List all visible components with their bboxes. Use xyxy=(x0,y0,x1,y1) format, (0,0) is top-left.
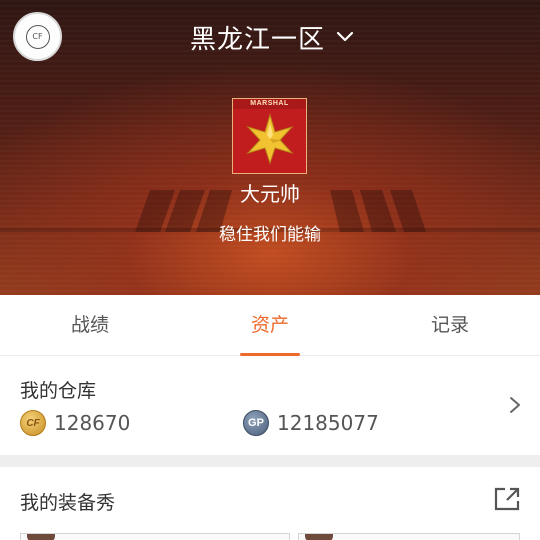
profile-hero: CF 黑龙江一区 MARSHAL 大元帅 稳住我们能输 xyxy=(0,0,540,295)
warehouse-title: 我的仓库 xyxy=(20,380,97,402)
user-motto: 稳住我们能输 xyxy=(219,225,321,245)
cf-coin-badge: CF xyxy=(26,417,40,429)
cf-coin-balance: CF 128670 xyxy=(20,410,130,436)
tab-stats-label: 战绩 xyxy=(70,314,109,336)
user-avatar[interactable]: CF xyxy=(13,12,62,61)
profile-tabs: 战绩 资产 记录 xyxy=(0,295,540,356)
equipment-card[interactable] xyxy=(298,533,520,540)
my-warehouse-row[interactable]: 我的仓库 CF 128670 GP 12185077 xyxy=(0,357,540,455)
server-name: 黑龙江一区 xyxy=(190,24,326,55)
tab-assets-label: 资产 xyxy=(250,314,289,336)
gold-star-icon xyxy=(246,113,294,165)
chevron-right-icon xyxy=(510,397,520,413)
rank-badge-label: MARSHAL xyxy=(233,99,306,109)
rank-name: 大元帅 xyxy=(240,182,300,206)
tab-records[interactable]: 记录 xyxy=(360,295,540,356)
active-tab-indicator xyxy=(240,353,300,356)
cf-coin-icon: CF xyxy=(20,410,46,436)
gp-coin-icon: GP xyxy=(243,410,269,436)
cf-coin-value: 128670 xyxy=(54,411,131,435)
my-equipment-show: 我的装备秀 xyxy=(0,467,540,540)
tab-stats[interactable]: 战绩 xyxy=(0,295,180,356)
equipment-card[interactable] xyxy=(20,533,290,540)
chevron-down-icon xyxy=(336,31,354,42)
gp-balance: GP 12185077 xyxy=(243,410,379,436)
card-tag-icon xyxy=(27,534,55,540)
card-tag-icon xyxy=(305,534,333,540)
section-divider xyxy=(0,455,540,467)
equipment-title: 我的装备秀 xyxy=(20,492,116,514)
tab-records-label: 记录 xyxy=(430,314,469,336)
gp-coin-badge: GP xyxy=(248,417,264,429)
avatar-emblem-text: CF xyxy=(32,32,43,41)
server-selector[interactable]: 黑龙江一区 xyxy=(190,18,355,56)
share-icon[interactable] xyxy=(493,486,521,512)
avatar-emblem-icon: CF xyxy=(25,24,50,49)
gp-value: 12185077 xyxy=(277,411,379,435)
rank-badge-marshal: MARSHAL xyxy=(232,98,307,174)
tab-assets[interactable]: 资产 xyxy=(180,295,360,356)
